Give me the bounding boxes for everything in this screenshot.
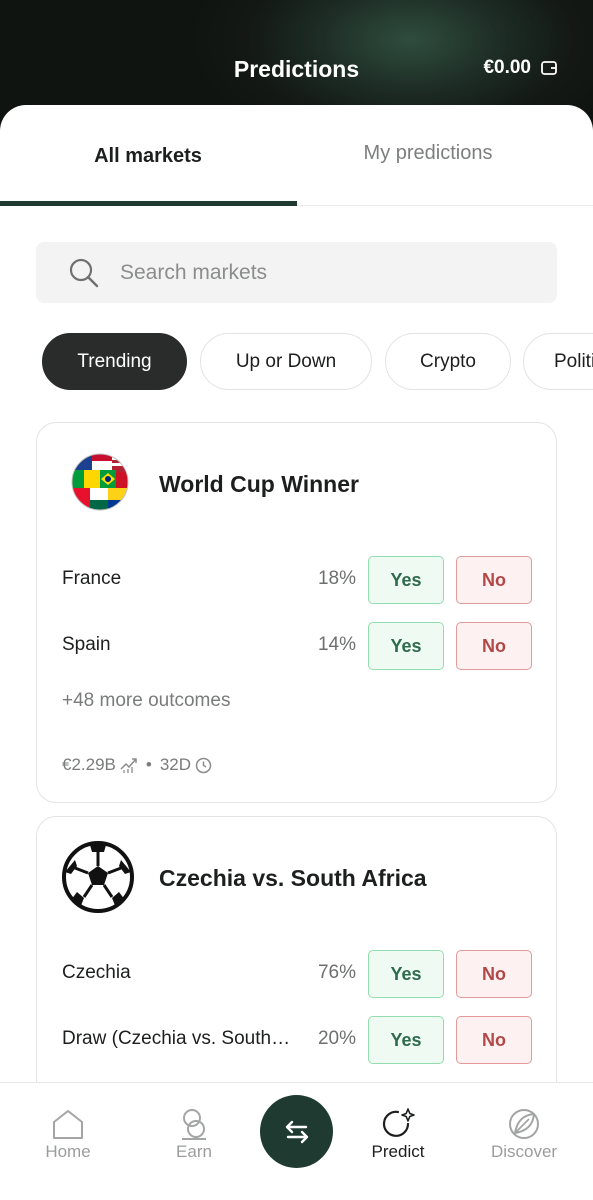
market-title: World Cup Winner <box>159 471 359 497</box>
active-tab-indicator <box>0 201 297 206</box>
yes-button[interactable]: Yes <box>368 950 444 998</box>
more-outcomes-link[interactable]: +48 more outcomes <box>62 690 230 712</box>
discover-leaf-icon <box>509 1109 539 1139</box>
outcome-row: Draw (Czechia vs. South Africa) 20% Yes … <box>62 1016 532 1064</box>
chip-trending[interactable]: Trending <box>42 333 187 390</box>
main-sheet: All markets My predictions Trending Up o… <box>0 105 593 1200</box>
outcome-name: France <box>62 568 122 589</box>
outcome-probability: 14% <box>317 634 356 655</box>
nav-earn[interactable]: Earn <box>139 1083 249 1183</box>
nav-label: Home <box>45 1142 91 1161</box>
filter-chips: Trending Up or Down Crypto Politics <box>42 333 593 391</box>
no-button[interactable]: No <box>456 622 532 670</box>
soccer-ball-icon <box>62 841 134 913</box>
outcome-name: Draw (Czechia vs. South Africa) <box>62 1028 294 1049</box>
no-button[interactable]: No <box>456 556 532 604</box>
market-meta: €2.29B • 32D <box>62 755 212 775</box>
world-flags-ball-icon <box>71 453 129 511</box>
outcome-probability: 18% <box>317 568 356 589</box>
nav-predict[interactable]: Predict <box>343 1083 453 1183</box>
outcome-probability: 20% <box>317 1028 356 1049</box>
wallet-icon <box>541 61 557 75</box>
bottom-nav: Home Earn Predict Discover <box>0 1082 593 1200</box>
nav-discover[interactable]: Discover <box>469 1083 579 1183</box>
home-icon <box>53 1110 83 1139</box>
swap-button[interactable] <box>260 1095 333 1168</box>
search-icon <box>69 258 99 288</box>
swap-arrows-icon <box>285 1120 308 1143</box>
market-tabs: All markets My predictions <box>0 105 593 206</box>
search-input[interactable] <box>120 242 540 303</box>
search-bar[interactable] <box>36 242 557 303</box>
volume-chart-icon <box>120 758 137 773</box>
yes-button[interactable]: Yes <box>368 556 444 604</box>
market-card[interactable]: World Cup Winner France 18% Yes No Spain… <box>36 422 557 803</box>
outcome-name: Czechia <box>62 962 131 983</box>
tab-all-markets[interactable]: All markets <box>0 105 296 206</box>
wallet-balance[interactable]: €0.00 <box>483 57 557 79</box>
outcome-row: Czechia 76% Yes No <box>62 950 532 998</box>
outcome-row: France 18% Yes No <box>62 556 532 604</box>
nav-label: Earn <box>176 1142 212 1161</box>
clock-icon <box>195 757 212 773</box>
chip-politics[interactable]: Politics <box>523 333 593 390</box>
earn-coins-icon <box>182 1109 206 1140</box>
nav-label: Predict <box>371 1142 425 1161</box>
yes-button[interactable]: Yes <box>368 1016 444 1064</box>
nav-home[interactable]: Home <box>13 1083 123 1183</box>
market-time-left: 32D <box>159 755 192 774</box>
no-button[interactable]: No <box>456 1016 532 1064</box>
market-volume: €2.29B <box>62 755 116 774</box>
outcome-name: Spain <box>62 634 111 655</box>
chip-crypto[interactable]: Crypto <box>385 333 511 390</box>
chip-up-or-down[interactable]: Up or Down <box>200 333 372 390</box>
market-title: Czechia vs. South Africa <box>159 865 427 891</box>
tab-my-predictions[interactable]: My predictions <box>280 105 576 206</box>
no-button[interactable]: No <box>456 950 532 998</box>
predict-sparkle-icon <box>382 1108 415 1137</box>
outcome-probability: 76% <box>317 962 356 983</box>
balance-amount: €0.00 <box>483 57 531 78</box>
outcome-row: Spain 14% Yes No <box>62 622 532 670</box>
nav-label: Discover <box>490 1142 558 1161</box>
yes-button[interactable]: Yes <box>368 622 444 670</box>
meta-separator: • <box>145 755 152 774</box>
